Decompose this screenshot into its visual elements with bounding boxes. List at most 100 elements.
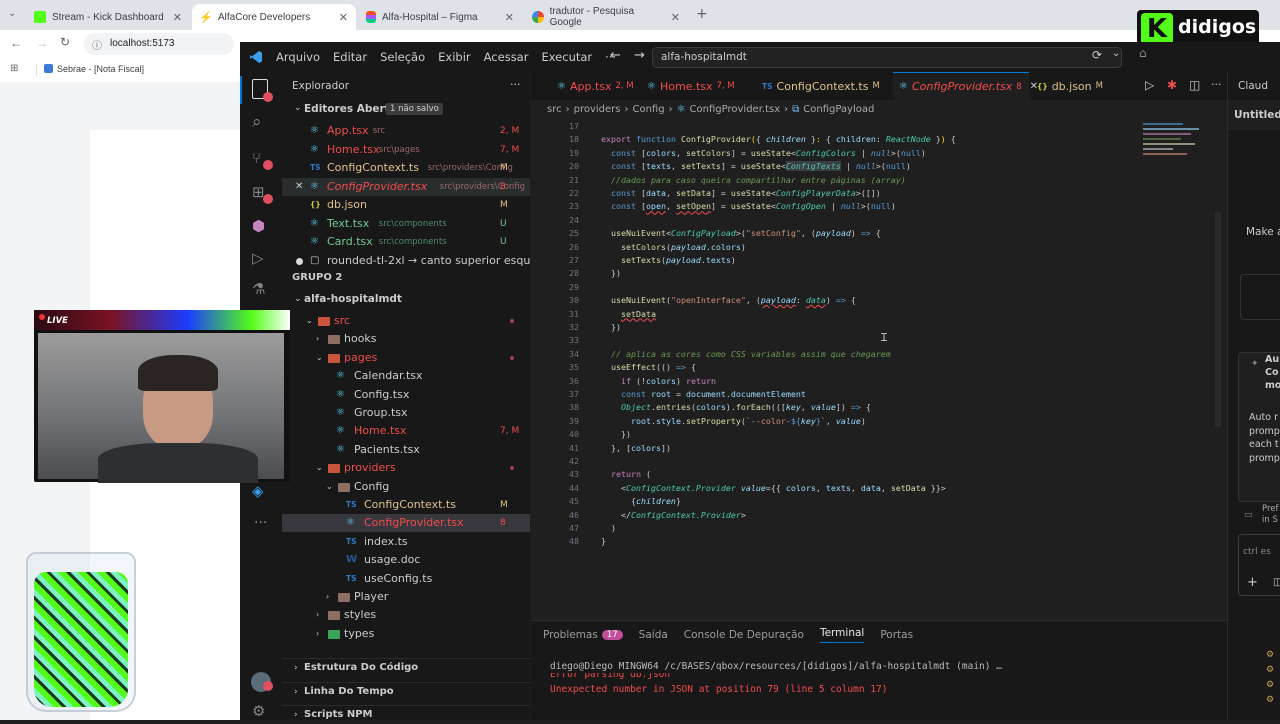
browser-tab-alfacore[interactable]: ⚡ AlfaCore Developers ✕ (192, 4, 356, 30)
folder-item[interactable]: ⌄ Config (282, 478, 530, 496)
add-context-button[interactable]: + (1247, 575, 1258, 590)
menu-item[interactable]: Arquivo (276, 50, 320, 64)
editor-scrollbar[interactable] (1215, 212, 1221, 427)
account-icon[interactable]: ⌂ (1139, 46, 1153, 62)
panel-tab[interactable]: Terminal (819, 627, 865, 643)
open-editor-item[interactable]: TS ConfigContext.ts src\providers\Config M (282, 159, 530, 177)
editor-more-icon[interactable]: ··· (1211, 78, 1222, 91)
run-debug-icon[interactable]: ▷ (252, 249, 264, 267)
close-tab-icon[interactable]: ✕ (505, 11, 514, 24)
breadcrumb-item[interactable]: Config (632, 104, 664, 115)
folder-item[interactable]: › styles (282, 606, 530, 624)
line-number: 34 (569, 348, 579, 359)
address-bar[interactable]: ⓘ localhost:5173 (84, 33, 234, 55)
menu-item[interactable]: Executar (541, 50, 592, 64)
settings-gear-icon[interactable]: ⚙ (252, 702, 265, 720)
breadcrumb-item[interactable]: ConfigProvider.tsx (690, 104, 781, 115)
menu-item[interactable]: Acessar (484, 50, 529, 64)
menu-item[interactable]: Editar (333, 50, 367, 64)
breadcrumb-item[interactable]: providers (574, 104, 621, 115)
panel-tab[interactable]: Portas (880, 627, 913, 643)
panel-tab[interactable]: Problemas 17 (543, 627, 623, 643)
site-info-icon[interactable]: ⓘ (92, 37, 102, 52)
open-editor-item[interactable]: ✕ ⚛ ConfigProvider.tsx src\providers\Config… (282, 177, 530, 196)
attach-icon[interactable]: ◫ (1273, 577, 1280, 588)
menu-item[interactable]: Seleção (380, 50, 425, 64)
open-editor-item[interactable]: {} db.json M (282, 196, 530, 214)
nav-forward-icon[interactable]: → (634, 48, 645, 63)
close-tab-icon[interactable]: ✕ (671, 11, 680, 24)
file-item[interactable]: ⚛ ConfigProvider.tsx 8 (282, 514, 530, 533)
bookmark-sebrae[interactable]: Sebrae - [Nota Fiscal] (57, 64, 144, 74)
open-editor-item[interactable]: ⚛ App.tsx src 2, M (282, 122, 530, 140)
close-tab-icon[interactable]: ✕ (339, 11, 348, 24)
copilot-icon[interactable]: ⟳ (1092, 48, 1102, 62)
search-icon[interactable]: ⌕ (252, 112, 262, 132)
file-item[interactable]: ⚛ Pacients.tsx (282, 441, 530, 459)
browser-tab-kick[interactable]: Stream - Kick Dashboard ✕ (26, 4, 190, 30)
file-item[interactable]: TS ConfigContext.ts M (282, 496, 530, 514)
breadcrumb-item[interactable]: src (547, 104, 562, 115)
editor-tab[interactable]: ⚛ App.tsx 2, M (551, 72, 639, 100)
editor-tab[interactable]: ⚛ ConfigProvider.tsx 8 ✕ (893, 72, 1038, 100)
back-arrow-icon[interactable]: ← (10, 36, 22, 50)
close-tab-icon[interactable]: ✕ (173, 11, 182, 24)
file-item[interactable]: ⚛ Group.tsx (282, 404, 530, 422)
chat-card[interactable] (1240, 274, 1280, 320)
editor-tab[interactable]: ⚛ Home.tsx 7, M (641, 72, 751, 100)
chat-input-box[interactable]: ctrl es + ◫ (1238, 534, 1280, 596)
chevron-down-icon[interactable]: ⌄ (294, 294, 302, 304)
panel-tab[interactable]: Console De Depuração (684, 627, 804, 643)
open-editor-item[interactable]: ⚛ Home.tsx src\pages 7, M (282, 141, 530, 159)
run-icon[interactable]: ▷ (1145, 78, 1154, 92)
minimap[interactable] (1143, 120, 1211, 180)
chat-panel: Claud Untitled Make a ✦ Au Co mo Auto r … (1227, 72, 1280, 720)
docker-icon[interactable]: ⬢ (252, 217, 265, 235)
editor-tab[interactable]: TS ConfigContext.ts M (756, 72, 890, 100)
reload-icon[interactable]: ↻ (60, 35, 70, 49)
file-item[interactable]: TS useConfig.ts (282, 570, 530, 588)
file-item[interactable]: ⚛ Calendar.tsx (282, 367, 530, 385)
code-area[interactable]: 17 18 export function ConfigProvider({ chi… (547, 120, 1147, 620)
folder-item[interactable]: ⌄ src (282, 312, 530, 330)
open-editor-item[interactable]: ⚛ Text.tsx src\components U (282, 215, 530, 233)
command-center[interactable]: alfa-hospitalmdt (652, 47, 1122, 68)
source-control-icon[interactable]: ⑂ (252, 149, 261, 167)
remote-explorer-icon[interactable]: ◈ (252, 482, 264, 500)
folder-item[interactable]: › Player (282, 588, 530, 606)
outline-section[interactable]: › Scripts NPM (282, 705, 530, 723)
forward-arrow-icon[interactable]: → (36, 36, 48, 50)
open-editor-item[interactable]: ⚛ Card.tsx src\components U (282, 233, 530, 251)
folder-item[interactable]: › types (282, 625, 530, 643)
folder-item[interactable]: › hooks (282, 330, 530, 348)
editor-tab[interactable]: {} db.json M (1031, 72, 1111, 100)
tab-list-chevron-icon[interactable]: ⌄ (8, 8, 16, 19)
nav-back-icon[interactable]: ← (610, 48, 621, 63)
open-editor-item[interactable]: ▢ rounded-tl-2xl → canto superior esquer.… (282, 252, 551, 270)
breadcrumb-item[interactable]: ConfigPayload (803, 104, 874, 115)
chevron-down-icon[interactable]: ⌄ (294, 103, 302, 113)
more-actions-icon[interactable]: ··· (254, 515, 267, 531)
outline-section[interactable]: › Linha Do Tempo (282, 681, 530, 700)
bug-icon[interactable]: ✱ (1167, 78, 1177, 92)
outline-section[interactable]: › Estrutura Do Código (282, 658, 530, 676)
close-editor-icon[interactable]: ✕ (295, 178, 303, 196)
chevron-down-icon[interactable]: ⌄ (1112, 48, 1120, 59)
file-item[interactable]: TS index.ts (282, 533, 530, 551)
browser-tab-figma[interactable]: Alfa-Hospital – Figma ✕ (358, 4, 522, 30)
file-item[interactable]: ⚛ Config.tsx (282, 386, 530, 404)
folder-item[interactable]: ⌄ providers (282, 459, 530, 477)
file-item[interactable]: Wusage.doc (282, 551, 530, 569)
testing-icon[interactable]: ⚗ (252, 280, 265, 298)
folder-item[interactable]: ⌄ pages (282, 349, 530, 367)
explorer-more-icon[interactable]: ··· (510, 78, 521, 91)
file-item[interactable]: ⚛ Home.tsx 7, M (282, 422, 530, 440)
panel-tab[interactable]: Saída (639, 627, 668, 643)
split-editor-icon[interactable]: ◫ (1189, 78, 1200, 92)
unsaved-dot-icon[interactable] (296, 257, 303, 265)
apps-grid-icon[interactable]: ⊞ (10, 63, 18, 74)
menu-item[interactable]: Exibir (438, 50, 471, 64)
project-root[interactable]: alfa-hospitalmdt (304, 293, 402, 305)
browser-tab-google[interactable]: tradutor - Pesquisa Google ✕ (524, 4, 688, 30)
new-tab-button[interactable]: + (696, 6, 708, 22)
